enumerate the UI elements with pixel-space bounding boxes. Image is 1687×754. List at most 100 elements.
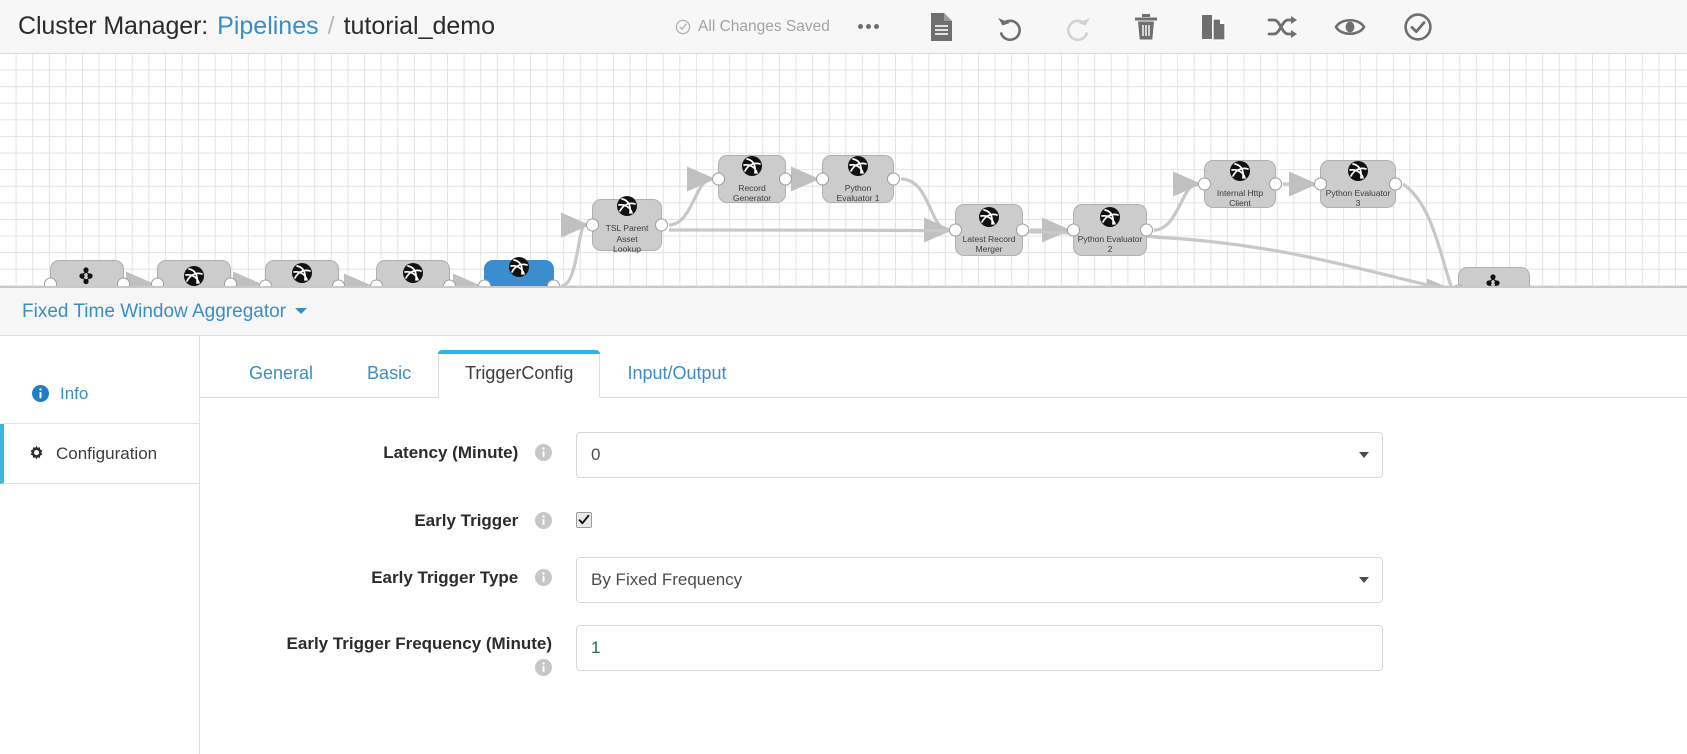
field-label-text: Latency (Minute) (383, 443, 519, 462)
detail-panel: Info Configuration General Basic Trigger… (0, 336, 1687, 754)
early-trigger-type-select[interactable]: By Fixed Frequency (576, 557, 1383, 603)
tab-label: Input/Output (627, 363, 727, 383)
cluster-dots-icon (77, 267, 97, 286)
field-label-early-trigger: Early Trigger (200, 500, 552, 535)
field-label-text: Early Trigger Type (371, 568, 519, 587)
pipeline-node-record-generator[interactable]: Record Generator (712, 155, 792, 204)
save-status-label: All Changes Saved (698, 17, 830, 35)
swirl-icon (978, 206, 1000, 233)
node-output-port[interactable] (443, 279, 456, 286)
latency-select[interactable]: 0 (576, 432, 1383, 478)
sidebar-item-info[interactable]: Info (0, 364, 200, 424)
node-output-port[interactable] (1269, 177, 1282, 191)
node-output-port[interactable] (547, 279, 560, 286)
latency-value: 0 (591, 445, 601, 464)
field-control-latency: 0 (552, 432, 1687, 478)
info-circle-icon (32, 385, 49, 402)
pipeline-node-tsl-parent-asset-lookup[interactable]: TSL Parent Asset Lookup (586, 196, 668, 254)
pipeline-node-python-evaluator-2[interactable]: Python Evaluator 2 (1067, 204, 1153, 256)
sidebar-item-configuration[interactable]: Configuration (0, 424, 200, 484)
pipeline-node-last-record-appender[interactable]: Last Record Appender (259, 260, 345, 287)
node-input-port[interactable] (1067, 223, 1080, 237)
app-header: Cluster Manager: Pipelines / tutorial_de… (0, 0, 1687, 54)
tab-label: TriggerConfig (465, 363, 574, 383)
node-output-port[interactable] (655, 218, 668, 232)
field-label-text: Early Trigger (414, 511, 519, 530)
form-row-early-trigger-frequency: Early Trigger Frequency (Minute) (200, 625, 1687, 682)
trash-icon[interactable] (1112, 0, 1180, 54)
pipeline-node-internal-http-client[interactable]: Internal Http Client (1198, 160, 1282, 209)
cluster-dots-icon (1484, 274, 1504, 286)
swirl-icon (741, 155, 763, 182)
tab-bar: General Basic TriggerConfig Input/Output (200, 336, 1687, 398)
node-input-port[interactable] (259, 279, 272, 286)
breadcrumb-link-pipelines[interactable]: Pipelines (217, 12, 318, 41)
undo-icon[interactable] (976, 0, 1044, 54)
tab-triggerconfig[interactable]: TriggerConfig (438, 350, 601, 398)
node-label: Python Evaluator 3 (1325, 187, 1391, 209)
node-input-port[interactable] (712, 172, 725, 186)
redo-icon[interactable] (1044, 0, 1112, 54)
tab-input-output[interactable]: Input/Output (600, 350, 753, 398)
pipeline-canvas[interactable]: Data Source Point Selector Last Record A… (0, 54, 1687, 288)
node-input-port[interactable] (1198, 177, 1211, 191)
info-tooltip-icon[interactable] (535, 444, 552, 467)
tab-general[interactable]: General (222, 350, 340, 398)
pipeline-node-data-source[interactable]: Data Source (44, 260, 130, 286)
node-input-port[interactable] (370, 279, 383, 286)
node-input-port[interactable] (949, 223, 962, 237)
selected-node-dropdown[interactable]: Fixed Time Window Aggregator (22, 301, 308, 323)
swirl-icon (616, 195, 638, 222)
early-trigger-checkbox[interactable] (576, 512, 592, 528)
info-tooltip-icon[interactable] (535, 512, 552, 535)
tab-basic[interactable]: Basic (340, 350, 438, 398)
node-input-port[interactable] (816, 172, 829, 186)
node-input-port[interactable] (151, 277, 164, 286)
document-name: tutorial_demo (343, 12, 496, 40)
early-trigger-type-value: By Fixed Frequency (591, 570, 743, 589)
node-output-port[interactable] (117, 277, 130, 286)
swirl-icon (291, 262, 313, 287)
node-input-port[interactable] (1452, 284, 1465, 286)
tab-label: Basic (367, 363, 412, 383)
node-output-port[interactable] (1389, 177, 1402, 191)
pipeline-node-data-destination[interactable]: Data Destination (1452, 267, 1530, 286)
pipeline-node-python-evaluator-1[interactable]: Python Evaluator 1 (816, 155, 900, 204)
node-input-port[interactable] (44, 277, 57, 286)
shuffle-icon[interactable] (1248, 0, 1316, 54)
node-output-port[interactable] (1016, 223, 1029, 237)
pipeline-node-fixed-time-window-aggregator[interactable]: Fixed Time Window Aggregator (478, 257, 560, 286)
node-label: Python Evaluator 1 (836, 182, 880, 204)
more-options-icon[interactable] (830, 0, 908, 54)
document-icon[interactable] (908, 0, 976, 54)
node-label: Internal Http Client (1216, 187, 1264, 209)
early-trigger-frequency-input[interactable] (591, 638, 1368, 658)
info-tooltip-icon[interactable] (535, 659, 552, 682)
node-label: Record Generator (732, 182, 772, 204)
check-circle-icon[interactable] (1384, 0, 1452, 54)
form-row-early-trigger-type: Early Trigger Type By Fixed Frequency (200, 557, 1687, 603)
triggerconfig-form: Latency (Minute) 0 Early Trigger Early T… (200, 398, 1687, 682)
copy-icon[interactable] (1180, 0, 1248, 54)
node-input-port[interactable] (586, 218, 599, 232)
selected-node-bar: Fixed Time Window Aggregator (0, 288, 1687, 336)
early-trigger-frequency-input-wrap[interactable] (576, 625, 1383, 671)
field-control-early-trigger (552, 500, 1687, 528)
node-output-port[interactable] (887, 172, 900, 186)
node-input-port[interactable] (478, 279, 491, 286)
node-output-port[interactable] (1140, 223, 1153, 237)
app-title: Cluster Manager: (18, 12, 209, 40)
pipeline-node-latest-record-merger[interactable]: Latest Record Merger (949, 204, 1029, 256)
node-output-port[interactable] (224, 277, 237, 286)
node-output-port[interactable] (779, 172, 792, 186)
node-input-port[interactable] (1314, 177, 1327, 191)
chevron-down-icon (1359, 452, 1369, 458)
pipeline-node-python-evaluator-3[interactable]: Python Evaluator 3 (1314, 160, 1402, 209)
chevron-down-icon (295, 308, 308, 315)
chevron-down-icon (1359, 577, 1369, 583)
eye-icon[interactable] (1316, 0, 1384, 54)
info-tooltip-icon[interactable] (535, 569, 552, 592)
pipeline-node-cumulant-decomposer[interactable]: Cumulant Decomposer (370, 260, 456, 286)
node-output-port[interactable] (332, 279, 345, 286)
pipeline-node-point-selector[interactable]: Point Selector (151, 260, 237, 286)
